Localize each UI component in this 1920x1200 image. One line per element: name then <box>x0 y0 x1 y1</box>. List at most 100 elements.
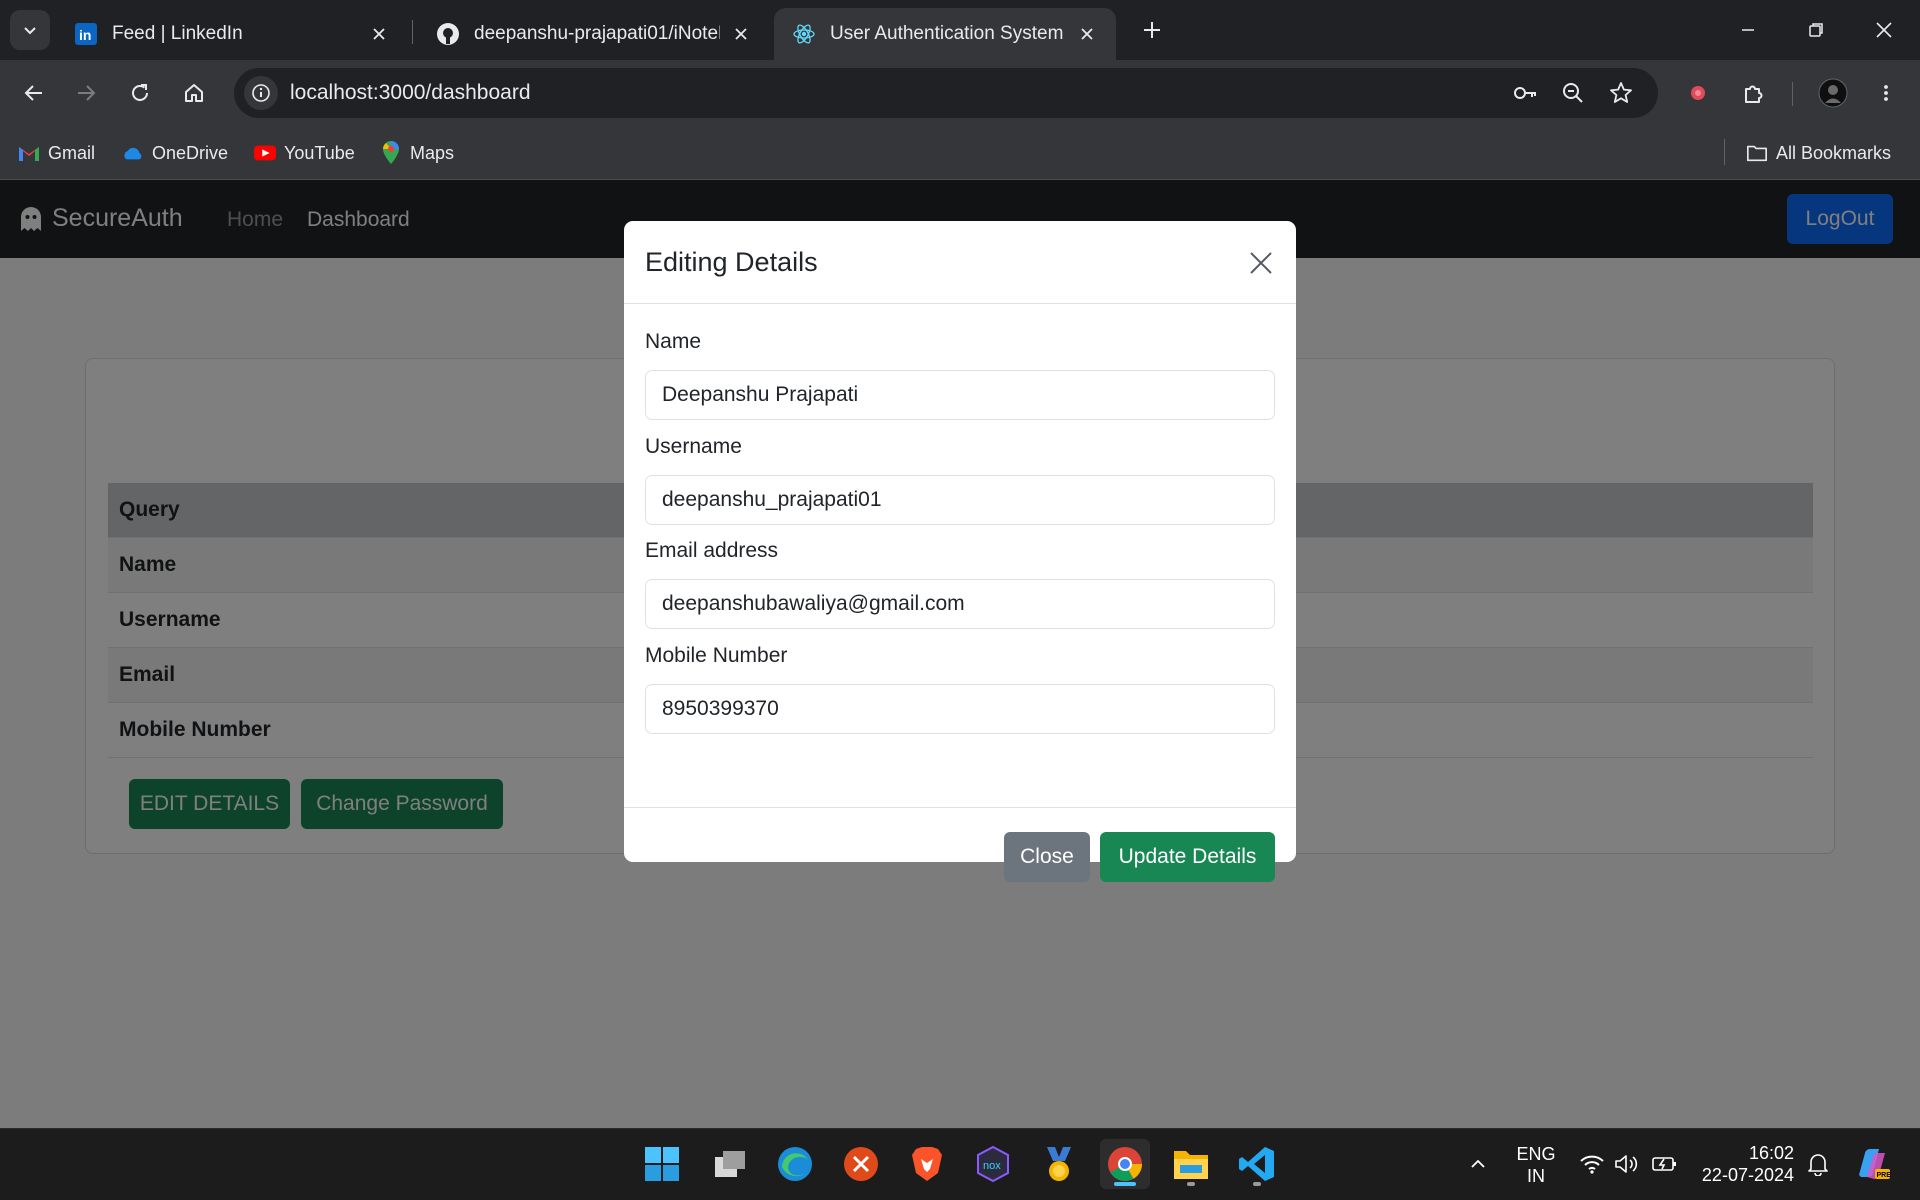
email-input[interactable] <box>645 579 1275 629</box>
close-icon[interactable] <box>1076 23 1098 45</box>
bookmark-gmail[interactable]: Gmail <box>18 137 95 169</box>
wifi-icon <box>1580 1155 1604 1174</box>
svg-text:nox: nox <box>983 1160 1001 1172</box>
taskbar-app-edge[interactable] <box>770 1139 820 1189</box>
bookmark-label: Gmail <box>48 142 96 163</box>
modal-header: Editing Details <box>624 221 1296 304</box>
username-input[interactable] <box>645 475 1275 525</box>
address-bar[interactable]: localhost:3000/dashboard <box>234 68 1658 118</box>
bookmark-label: Maps <box>410 142 455 163</box>
show-hidden-icons-button[interactable] <box>1454 1139 1502 1189</box>
modal-title: Editing Details <box>645 247 818 277</box>
all-bookmarks[interactable]: All Bookmarks <box>1746 137 1891 169</box>
tab-title: deepanshu-prajapati01/iNoteBo <box>474 23 720 44</box>
restore-button[interactable] <box>1794 8 1838 52</box>
notifications-button[interactable] <box>1798 1139 1838 1189</box>
bookmark-star-button[interactable] <box>1606 78 1636 108</box>
more-vertical-icon <box>1884 85 1888 101</box>
bookmarks-separator <box>1724 139 1725 165</box>
tab-search-button[interactable] <box>10 10 50 50</box>
bell-icon <box>1808 1154 1828 1176</box>
reload-button[interactable] <box>120 73 160 113</box>
chevron-up-icon <box>1471 1159 1485 1168</box>
chevron-down-icon <box>24 27 36 35</box>
info-icon <box>252 84 270 102</box>
taskbar-app-brave[interactable] <box>902 1139 952 1189</box>
medal-icon <box>1047 1147 1071 1181</box>
tab-github[interactable]: deepanshu-prajapati01/iNoteBo <box>418 8 770 60</box>
start-button[interactable] <box>637 1139 687 1189</box>
copilot-button[interactable]: PRE <box>1846 1139 1898 1189</box>
taskbar-app-chrome[interactable] <box>1100 1139 1150 1189</box>
close-icon[interactable] <box>730 23 752 45</box>
tab-user-authentication[interactable]: User Authentication System <box>774 8 1116 60</box>
forward-button[interactable] <box>66 73 106 113</box>
home-button[interactable] <box>174 73 214 113</box>
zoom-button[interactable] <box>1558 78 1588 108</box>
clock[interactable]: 16:02 22-07-2024 <box>1694 1142 1794 1186</box>
home-icon <box>185 84 203 102</box>
star-icon <box>1610 82 1632 103</box>
react-icon <box>792 22 816 46</box>
mobile-label: Mobile Number <box>645 644 788 667</box>
running-indicator <box>1187 1182 1195 1186</box>
svg-text:PRE: PRE <box>1877 1172 1892 1179</box>
window-close-button[interactable] <box>1862 8 1906 52</box>
taskbar-app-remote[interactable] <box>836 1139 886 1189</box>
extensions-button[interactable] <box>1734 73 1774 113</box>
taskbar-app-nox[interactable]: nox <box>968 1139 1018 1189</box>
edge-icon <box>778 1147 812 1181</box>
browser-tab-strip: in Feed | LinkedIn deepanshu-prajapati01… <box>0 0 1920 60</box>
menu-button[interactable] <box>1866 73 1906 113</box>
taskbar-app-vscode[interactable] <box>1232 1139 1282 1189</box>
new-tab-button[interactable] <box>1136 12 1168 48</box>
arrow-right-icon <box>78 85 96 101</box>
all-bookmarks-label: All Bookmarks <box>1776 142 1892 163</box>
extension-button[interactable] <box>1678 73 1718 113</box>
name-input[interactable] <box>645 370 1275 420</box>
mobile-input[interactable] <box>645 684 1275 734</box>
modal-close-button[interactable] <box>1246 248 1276 278</box>
puzzle-icon <box>1745 85 1763 103</box>
avatar-icon <box>1818 78 1848 108</box>
password-key-button[interactable] <box>1510 78 1540 108</box>
profile-button[interactable] <box>1813 73 1853 113</box>
remote-desktop-icon <box>844 1147 878 1181</box>
folder-icon <box>1174 1151 1208 1179</box>
linkedin-icon: in <box>74 22 98 46</box>
username-label: Username <box>645 435 742 458</box>
language-indicator[interactable]: ENG IN <box>1508 1143 1564 1187</box>
close-icon <box>1876 22 1892 38</box>
email-label: Email address <box>645 539 779 562</box>
tab-linkedin[interactable]: in Feed | LinkedIn <box>56 8 408 60</box>
battery-button[interactable] <box>1644 1139 1686 1189</box>
web-page: SecureAuth Home Dashboard LogOut Query N… <box>0 180 1920 1128</box>
folder-icon <box>1746 142 1768 164</box>
chrome-icon <box>1108 1147 1142 1181</box>
extension-badge-icon <box>1691 86 1705 100</box>
battery-charging-icon <box>1652 1157 1676 1171</box>
task-view-icon <box>715 1151 745 1177</box>
taskbar-app-medal[interactable] <box>1034 1139 1084 1189</box>
close-icon <box>1250 252 1272 274</box>
arrow-left-icon <box>24 85 42 101</box>
taskbar-app-file-explorer[interactable] <box>1166 1139 1216 1189</box>
region-code: IN <box>1527 1166 1545 1186</box>
bookmark-onedrive[interactable]: OneDrive <box>122 137 228 169</box>
bookmarks-bar: Gmail OneDrive YouTube Maps All Bookmark… <box>0 126 1920 180</box>
back-button[interactable] <box>14 73 54 113</box>
time: 16:02 <box>1748 1143 1794 1163</box>
restore-icon <box>1809 23 1823 37</box>
vscode-icon <box>1239 1147 1274 1181</box>
bookmark-youtube[interactable]: YouTube <box>254 137 355 169</box>
bookmark-label: YouTube <box>284 142 355 163</box>
close-button[interactable]: Close <box>1004 832 1090 882</box>
volume-button[interactable] <box>1606 1139 1646 1189</box>
date: 22-07-2024 <box>1701 1165 1794 1185</box>
task-view-button[interactable] <box>705 1139 755 1189</box>
bookmark-maps[interactable]: Maps <box>380 137 454 169</box>
site-info-button[interactable] <box>244 76 278 110</box>
update-details-button[interactable]: Update Details <box>1100 832 1275 882</box>
close-icon[interactable] <box>368 23 390 45</box>
minimize-button[interactable] <box>1726 8 1770 52</box>
